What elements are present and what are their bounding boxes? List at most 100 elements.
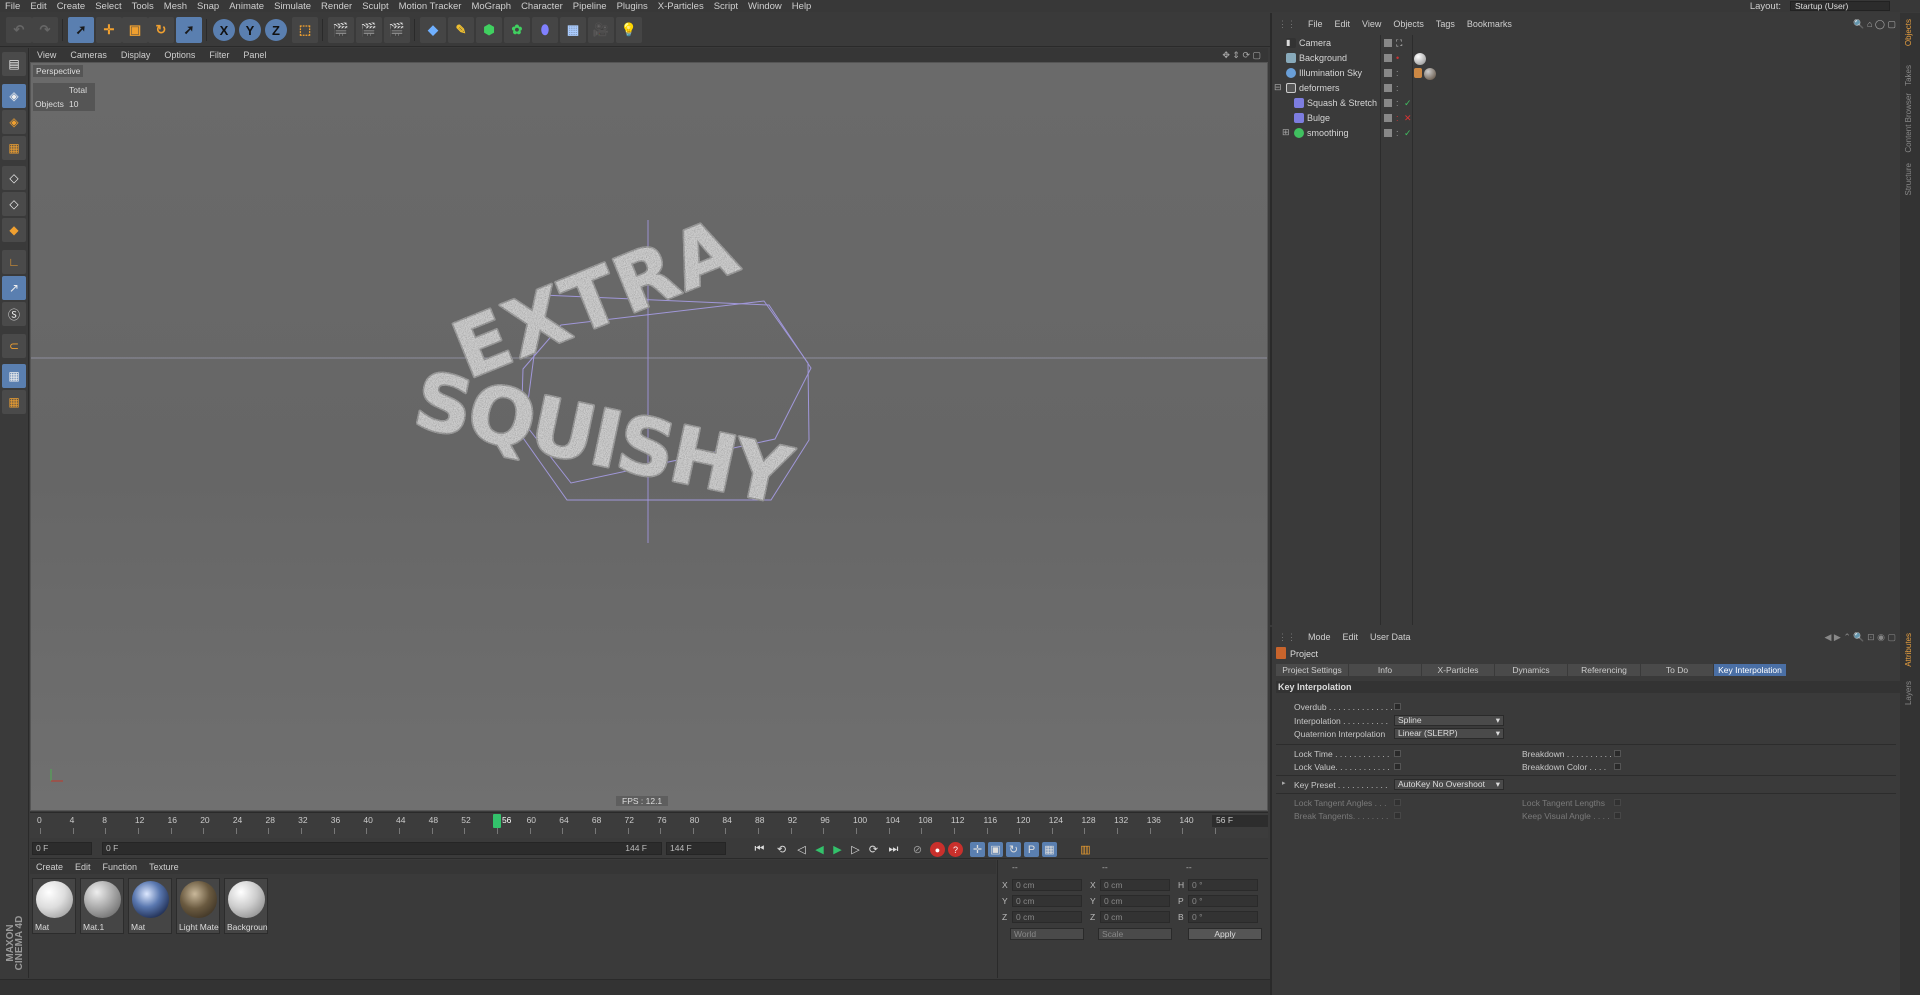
visibility-flag[interactable] (1384, 114, 1392, 122)
position-z-field[interactable]: 0 cm (1012, 911, 1082, 923)
menu-mesh[interactable]: Mesh (159, 1, 192, 12)
vtab-structure[interactable]: Structure (1904, 163, 1913, 195)
autokeying-icon[interactable]: ? (948, 842, 963, 857)
viewport-nav-icons[interactable]: ✥ ⇕ ⟳ ▢ (1215, 50, 1268, 61)
lock-workplane-icon[interactable]: ▦ (2, 390, 26, 414)
collapse-icon[interactable]: ⊟ (1274, 82, 1282, 93)
layout-select[interactable]: Startup (User) (1790, 1, 1890, 11)
start-frame-field[interactable]: 0 F (32, 842, 92, 855)
menu-sculpt[interactable]: Sculpt (357, 1, 393, 12)
light-icon[interactable]: 💡 (616, 17, 642, 43)
key-scale-icon[interactable]: ▣ (988, 842, 1003, 857)
menu-motion-tracker[interactable]: Motion Tracker (394, 1, 467, 12)
z-axis-toggle[interactable]: Z (265, 19, 287, 41)
key-preset-select[interactable]: AutoKey No Overshoot ▾ (1394, 779, 1504, 790)
key-rotation-icon[interactable]: ↻ (1006, 842, 1021, 857)
om-menu-bookmarks[interactable]: Bookmarks (1461, 19, 1518, 29)
menu-x-particles[interactable]: X-Particles (653, 1, 709, 12)
axis-mode-icon[interactable]: ∟ (2, 250, 26, 274)
om-menu-tags[interactable]: Tags (1430, 19, 1461, 29)
disabled-x-icon[interactable]: ✕ (1404, 114, 1412, 123)
interpolation-select[interactable]: Spline ▾ (1394, 715, 1504, 726)
tab-key-interpolation[interactable]: Key Interpolation (1714, 664, 1786, 676)
go-to-start-icon[interactable]: ⏮ (752, 842, 767, 857)
am-menu-user-data[interactable]: User Data (1364, 632, 1417, 642)
current-frame-field[interactable]: 56 F (1212, 815, 1268, 827)
deformer-icon[interactable]: ⬮ (532, 17, 558, 43)
magnet-icon[interactable]: ⊂ (2, 334, 26, 358)
cube-icon[interactable]: ◆ (420, 17, 446, 43)
material-swatch[interactable]: Backgroun (224, 878, 268, 934)
tab-project-settings[interactable]: Project Settings (1276, 664, 1348, 676)
object-row-deformers[interactable]: ⊟ deformers : (1272, 81, 1902, 96)
rotate-tool-icon[interactable]: ↻ (148, 17, 174, 43)
model-mode-icon[interactable]: ◈ (2, 84, 26, 108)
next-frame-icon[interactable]: ▷ (848, 842, 863, 857)
compositing-tag-icon[interactable] (1414, 68, 1422, 78)
am-menu-mode[interactable]: Mode (1302, 632, 1337, 642)
camera-icon[interactable]: 🎥 (588, 17, 614, 43)
menu-window[interactable]: Window (743, 1, 787, 12)
vtab-objects[interactable]: Objects (1904, 19, 1913, 46)
enabled-check-icon[interactable]: ✓ (1404, 129, 1412, 138)
play-forward-icon[interactable]: ▶ (830, 842, 845, 857)
select-tool-icon[interactable]: ➚ (68, 17, 94, 43)
solo-icon[interactable]: Ⓢ (2, 302, 26, 326)
menu-snap[interactable]: Snap (192, 1, 224, 12)
expand-icon[interactable]: ⊞ (1282, 127, 1290, 138)
coordinate-space-select[interactable]: World (1010, 928, 1084, 940)
edges-mode-icon[interactable]: ◇ (2, 192, 26, 216)
viewport-menu-options[interactable]: Options (157, 50, 202, 60)
render-view-icon[interactable]: 🎬 (328, 17, 354, 43)
enabled-check-icon[interactable]: ✓ (1404, 99, 1412, 108)
object-row-squash-stretch[interactable]: Squash & Stretch : ✓ (1272, 96, 1902, 111)
tab-dynamics[interactable]: Dynamics (1495, 664, 1567, 676)
tab-x-particles[interactable]: X-Particles (1422, 664, 1494, 676)
object-row-smoothing[interactable]: ⊞ smoothing : ✓ (1272, 126, 1902, 141)
redo-icon[interactable]: ↷ (32, 17, 58, 43)
size-mode-select[interactable]: Scale (1098, 928, 1172, 940)
break-tangents-checkbox[interactable] (1394, 812, 1401, 819)
object-row-background[interactable]: Background • (1272, 51, 1902, 66)
vtab-attributes[interactable]: Attributes (1904, 633, 1913, 667)
floor-icon[interactable]: ▦ (560, 17, 586, 43)
om-menu-file[interactable]: File (1302, 19, 1329, 29)
object-row-illumination-sky[interactable]: Illumination Sky : (1272, 66, 1902, 81)
rotation-p-field[interactable]: 0 ° (1188, 895, 1258, 907)
tab-info[interactable]: Info (1349, 664, 1421, 676)
menu-select[interactable]: Select (90, 1, 126, 12)
texture-mode-icon[interactable]: ◈ (2, 110, 26, 134)
material-swatch[interactable]: Mat.1 (80, 878, 124, 934)
material-menu-function[interactable]: Function (97, 862, 144, 872)
motion-record-icon[interactable]: ⊘ (910, 842, 925, 857)
material-swatch[interactable]: Mat (128, 878, 172, 934)
previous-frame-icon[interactable]: ◁ (794, 842, 809, 857)
undo-icon[interactable]: ↶ (6, 17, 32, 43)
apply-button[interactable]: Apply (1188, 928, 1262, 940)
coordinate-system-icon[interactable]: ⬚ (292, 17, 318, 43)
om-menu-edit[interactable]: Edit (1329, 19, 1357, 29)
make-editable-icon[interactable]: ▤ (2, 52, 26, 76)
x-axis-toggle[interactable]: X (213, 19, 235, 41)
position-x-field[interactable]: 0 cm (1012, 879, 1082, 891)
om-menu-objects[interactable]: Objects (1387, 19, 1430, 29)
visibility-flag[interactable] (1384, 39, 1392, 47)
end-frame-field[interactable]: 144 F (666, 842, 726, 855)
am-menu-edit[interactable]: Edit (1337, 632, 1365, 642)
object-row-bulge[interactable]: Bulge : ✕ (1272, 111, 1902, 126)
menu-pipeline[interactable]: Pipeline (568, 1, 612, 12)
viewport[interactable]: Perspective Total Objects 10 EXTRA SQUIS… (30, 62, 1268, 811)
material-menu-create[interactable]: Create (30, 862, 69, 872)
breakdown-color-checkbox[interactable] (1614, 763, 1621, 770)
record-active-objects-icon[interactable]: ● (930, 842, 945, 857)
menu-simulate[interactable]: Simulate (269, 1, 316, 12)
points-mode-icon[interactable]: ◇ (2, 166, 26, 190)
menu-plugins[interactable]: Plugins (612, 1, 653, 12)
key-position-icon[interactable]: ✛ (970, 842, 985, 857)
y-axis-toggle[interactable]: Y (239, 19, 261, 41)
size-y-field[interactable]: 0 cm (1100, 895, 1170, 907)
material-menu-edit[interactable]: Edit (69, 862, 97, 872)
vtab-content-browser[interactable]: Content Browser (1904, 93, 1913, 153)
menu-mograph[interactable]: MoGraph (466, 1, 516, 12)
menu-file[interactable]: File (0, 1, 25, 12)
